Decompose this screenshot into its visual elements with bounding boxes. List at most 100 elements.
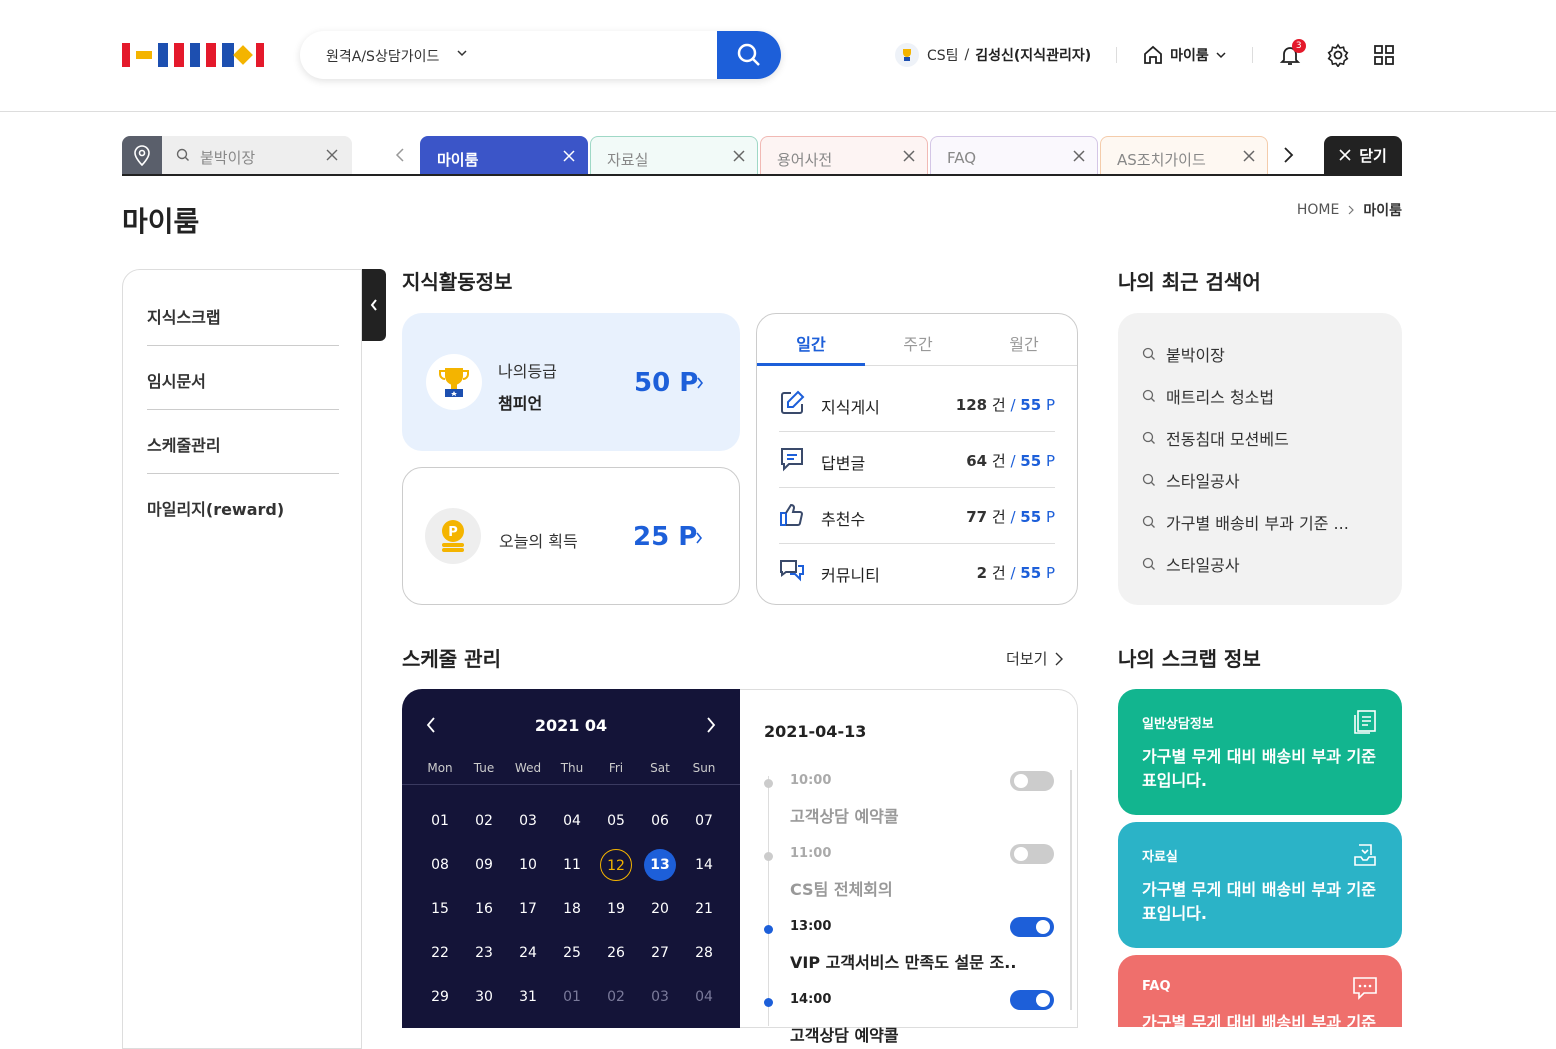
close-icon[interactable] — [903, 150, 915, 162]
tab-1[interactable]: 자료실 — [590, 136, 758, 174]
calendar-day[interactable]: 04 — [682, 981, 726, 1013]
calendar-week: 01 02 03 04 05 06 07 — [418, 805, 726, 837]
calendar-day[interactable]: 23 — [462, 937, 506, 969]
calendar-day[interactable]: 01 — [550, 981, 594, 1013]
quick-search-field[interactable]: 붙박이장 — [162, 136, 352, 174]
close-icon[interactable] — [1243, 150, 1255, 162]
recent-search-item[interactable]: 전동침대 모션베드 — [1142, 417, 1382, 459]
calendar-day[interactable]: 31 — [506, 981, 550, 1013]
calendar-day[interactable]: 03 — [638, 981, 682, 1013]
event-title: CS팀 전체회의 — [790, 880, 893, 899]
myroom-menu[interactable]: 마이룸 — [1142, 44, 1227, 66]
calendar-day[interactable]: 16 — [462, 893, 506, 925]
scrap-card[interactable]: 자료실 가구별 무게 대비 배송비 부과 기준표입니다. — [1118, 822, 1402, 948]
close-icon[interactable] — [326, 149, 338, 161]
today-points-card[interactable]: P 오늘의 획득 25 P — [402, 467, 740, 605]
recent-search-item[interactable]: 가구별 배송비 부과 기준 ... — [1142, 501, 1382, 543]
scrap-card-label: FAQ — [1142, 979, 1171, 994]
sidebar-item-drafts[interactable]: 임시문서 — [147, 346, 339, 410]
sidebar-item-scrap[interactable]: 지식스크랩 — [147, 282, 339, 346]
close-all-button[interactable]: 닫기 — [1324, 136, 1402, 174]
schedule-more-link[interactable]: 더보기 — [1006, 648, 1064, 669]
tab-weekly[interactable]: 주간 — [865, 314, 971, 366]
chevron-right-icon[interactable] — [1282, 147, 1294, 163]
sidebar-item-mileage[interactable]: 마일리지(reward) — [147, 474, 339, 538]
tab-daily[interactable]: 일간 — [757, 314, 865, 366]
calendar-day[interactable]: 27 — [638, 937, 682, 969]
search-category-select[interactable]: 원격A/S상담가이드 — [326, 46, 439, 66]
recent-search-item[interactable]: 스타일공사 — [1142, 543, 1382, 585]
settings-button[interactable] — [1326, 43, 1350, 67]
event-toggle[interactable] — [1010, 917, 1054, 937]
stat-row[interactable]: 답변글 64 건 / 55 P — [779, 432, 1055, 488]
chevron-right-icon[interactable] — [706, 717, 716, 733]
brand-logo[interactable] — [122, 43, 264, 67]
user-name[interactable]: 김성신(지식관리자) — [975, 45, 1091, 65]
calendar-day[interactable]: 20 — [638, 893, 682, 925]
recent-search-item[interactable]: 붙박이장 — [1142, 333, 1382, 375]
tab-monthly[interactable]: 월간 — [971, 314, 1077, 366]
event-toggle[interactable] — [1010, 990, 1054, 1010]
tab-0[interactable]: 마이룸 — [420, 136, 588, 174]
calendar-day[interactable]: 25 — [550, 937, 594, 969]
close-icon[interactable] — [733, 150, 745, 162]
calendar-day[interactable]: 15 — [418, 893, 462, 925]
search-icon — [1142, 389, 1155, 402]
calendar-day[interactable]: 13 — [638, 849, 682, 881]
calendar-day[interactable]: 28 — [682, 937, 726, 969]
event-toggle[interactable] — [1010, 771, 1054, 791]
calendar-day[interactable]: 24 — [506, 937, 550, 969]
activity-stats-card: 일간 주간 월간 지식게시 128 건 / 55 P 답변글 64 건 / 55 P 추… — [756, 313, 1078, 605]
calendar-day[interactable]: 10 — [506, 849, 550, 881]
calendar-day[interactable]: 08 — [418, 849, 462, 881]
calendar-day[interactable]: 22 — [418, 937, 462, 969]
event-toggle[interactable] — [1010, 844, 1054, 864]
sidebar-collapse-button[interactable] — [362, 269, 386, 341]
apps-menu-button[interactable] — [1373, 45, 1394, 65]
calendar-day[interactable]: 18 — [550, 893, 594, 925]
page-title: 마이룸 — [122, 205, 200, 238]
tab-3[interactable]: FAQ — [930, 136, 1098, 174]
calendar-day[interactable]: 26 — [594, 937, 638, 969]
notification-button[interactable]: 3 — [1278, 39, 1306, 67]
user-info: CS팀 / 김성신(지식관리자) 마이룸 3 — [895, 39, 1394, 67]
calendar-day[interactable]: 29 — [418, 981, 462, 1013]
calendar-day[interactable]: 06 — [638, 805, 682, 837]
recent-search-item[interactable]: 스타일공사 — [1142, 459, 1382, 501]
calendar-day[interactable]: 30 — [462, 981, 506, 1013]
chevron-left-icon[interactable] — [394, 148, 406, 162]
grade-card[interactable]: 나의등급 챔피언 50 P — [402, 313, 740, 451]
scrap-card[interactable]: 일반상담정보 가구별 무게 대비 배송비 부과 기준표입니다. — [1118, 689, 1402, 815]
calendar-day[interactable]: 03 — [506, 805, 550, 837]
stat-row[interactable]: 지식게시 128 건 / 55 P — [779, 376, 1055, 432]
close-icon[interactable] — [1073, 150, 1085, 162]
location-button[interactable] — [122, 136, 162, 174]
tab-4[interactable]: AS조치가이드 — [1100, 136, 1268, 174]
calendar-day[interactable]: 01 — [418, 805, 462, 837]
sidebar-item-schedule[interactable]: 스케줄관리 — [147, 410, 339, 474]
search-button[interactable] — [717, 31, 781, 79]
scrollbar[interactable] — [1070, 770, 1072, 1010]
calendar-day[interactable]: 17 — [506, 893, 550, 925]
calendar-day[interactable]: 11 — [550, 849, 594, 881]
calendar-day[interactable]: 02 — [462, 805, 506, 837]
calendar-day[interactable]: 07 — [682, 805, 726, 837]
calendar-day[interactable]: 12 — [594, 849, 638, 881]
breadcrumb-home[interactable]: HOME — [1297, 202, 1339, 218]
scrap-card[interactable]: FAQ 가구별 무게 대비 배송비 부과 기준표입니다. — [1118, 955, 1402, 1027]
chevron-down-icon[interactable] — [456, 47, 468, 59]
global-search[interactable]: 원격A/S상담가이드 — [300, 31, 781, 79]
calendar-day[interactable]: 19 — [594, 893, 638, 925]
close-icon[interactable] — [563, 150, 575, 162]
calendar-day[interactable]: 21 — [682, 893, 726, 925]
stat-row[interactable]: 추천수 77 건 / 55 P — [779, 488, 1055, 544]
stat-row[interactable]: 커뮤니티 2 건 / 55 P — [779, 544, 1055, 600]
calendar-day[interactable]: 04 — [550, 805, 594, 837]
recent-search-item[interactable]: 매트리스 청소법 — [1142, 375, 1382, 417]
calendar-day[interactable]: 14 — [682, 849, 726, 881]
calendar-day[interactable]: 05 — [594, 805, 638, 837]
calendar-day[interactable]: 09 — [462, 849, 506, 881]
calendar-day[interactable]: 02 — [594, 981, 638, 1013]
tab-2[interactable]: 용어사전 — [760, 136, 928, 174]
today-label: 오늘의 획득 — [499, 532, 578, 551]
